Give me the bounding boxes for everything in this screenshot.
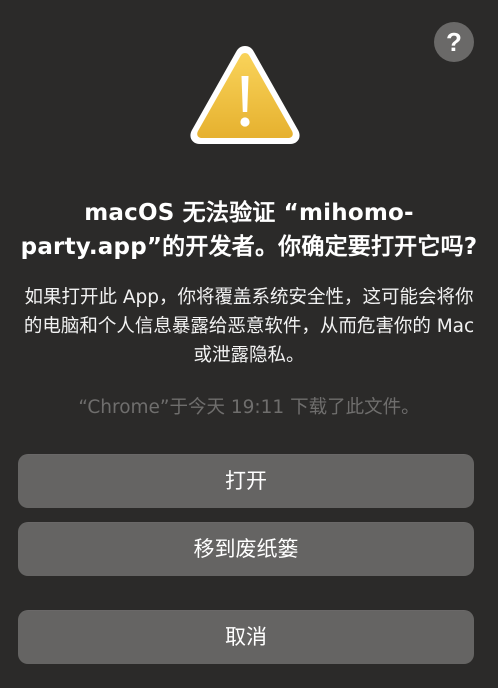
warning-triangle-icon [190,46,300,144]
help-icon: ? [446,27,462,57]
help-button[interactable]: ? [434,22,474,62]
cancel-button[interactable]: 取消 [18,610,474,664]
download-note: “Chrome”于今天 19:11 下载了此文件。 [78,397,420,418]
dialog-message: 如果打开此 App，你将覆盖系统安全性，这可能会将你的电脑和个人信息暴露给恶意软… [23,287,475,366]
security-alert-dialog: ? macOS 无法验证 “mihomo-party.app”的开发者。你确定要… [0,0,498,688]
dialog-title: macOS 无法验证 “mihomo-party.app”的开发者。你确定要打开… [20,200,478,260]
open-button[interactable]: 打开 [18,454,474,508]
move-to-trash-button[interactable]: 移到废纸篓 [18,522,474,576]
